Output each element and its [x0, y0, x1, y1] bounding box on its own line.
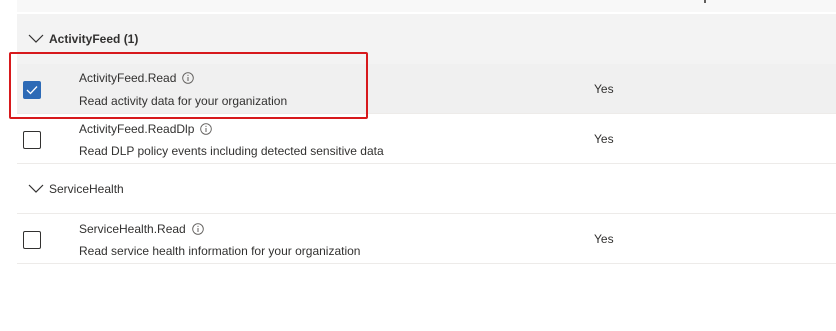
permission-name-container: ActivityFeed.Read: [79, 71, 195, 85]
permission-name: ServiceHealth.Read: [79, 222, 186, 236]
permission-checkbox[interactable]: [23, 231, 41, 249]
checkmark-icon: [26, 86, 38, 95]
group-header-activityfeed[interactable]: ActivityFeed (1): [17, 14, 836, 64]
chevron-down-icon[interactable]: [28, 182, 44, 196]
group-title: ServiceHealth: [49, 181, 124, 196]
permission-checkbox[interactable]: [23, 81, 41, 99]
permission-description: Read activity data for your organization: [79, 94, 288, 108]
permission-row-activityfeed-readdlp[interactable]: ActivityFeed.ReadDlp Read DLP policy eve…: [17, 114, 836, 164]
permission-name-container: ActivityFeed.ReadDlp: [79, 122, 213, 136]
permission-name: ActivityFeed.Read: [79, 71, 177, 85]
top-strip: [17, 0, 836, 12]
group-title: ActivityFeed (1): [49, 32, 139, 46]
admin-consent-value: Yes: [594, 132, 614, 146]
admin-consent-value: Yes: [594, 232, 614, 246]
info-icon[interactable]: [191, 223, 204, 235]
permission-description: Read service health information for your…: [79, 244, 361, 258]
permission-row-servicehealth-read[interactable]: ServiceHealth.Read Read service health i…: [17, 214, 836, 264]
admin-consent-value: Yes: [594, 82, 614, 96]
permission-checkbox[interactable]: [23, 131, 41, 149]
info-icon[interactable]: [200, 123, 213, 135]
permission-description: Read DLP policy events including detecte…: [79, 144, 384, 158]
permission-name-container: ServiceHealth.Read: [79, 222, 204, 236]
permission-row-activityfeed-read[interactable]: ActivityFeed.Read Read activity data for…: [17, 64, 836, 114]
info-icon[interactable]: [182, 72, 195, 84]
column-header-remnant: [704, 0, 706, 3]
chevron-down-icon[interactable]: [28, 32, 44, 46]
group-header-servicehealth[interactable]: ServiceHealth: [17, 164, 836, 214]
permission-name: ActivityFeed.ReadDlp: [79, 122, 195, 136]
